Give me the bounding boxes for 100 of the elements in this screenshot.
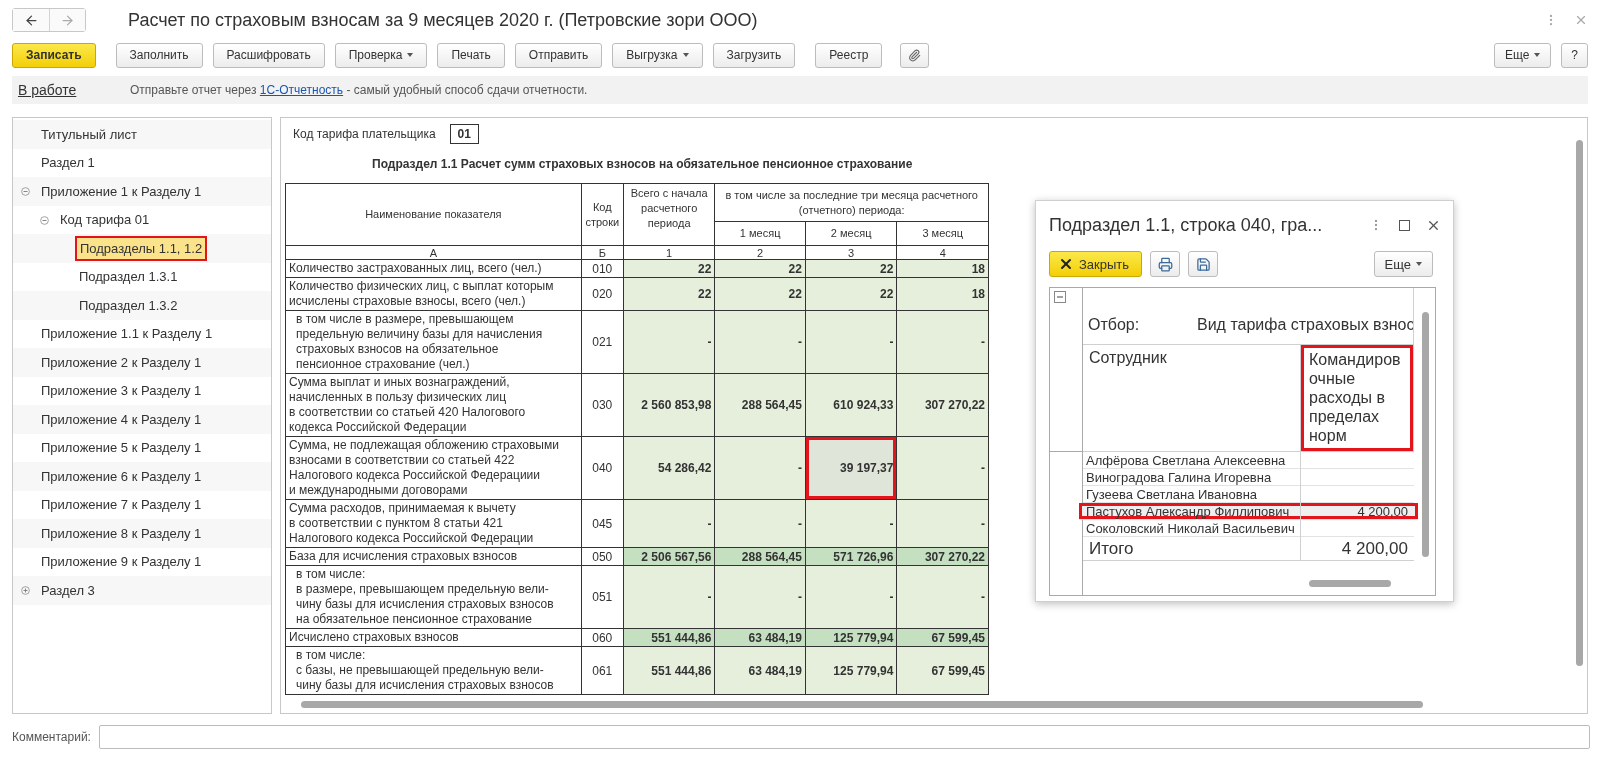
value-cell[interactable]: 288 564,45 [714,373,806,437]
toolbar-button[interactable]: Записать [12,42,96,68]
dialog-title: Подраздел 1.1, строка 040, гра... [1049,214,1324,236]
value-cell[interactable]: 551 444,86 [623,646,715,695]
indicator-name: Количество физических лиц, с выплат которым исчислены страховые взносы, всего (чел.) [285,277,582,311]
toolbar-button[interactable]: Загрузить [712,42,796,68]
employee-name: Виноградова Галина Игоревна [1083,469,1301,486]
column-number: 4 [896,245,989,260]
value-cell[interactable]: - [714,565,806,629]
horizontal-scrollbar[interactable] [1309,580,1391,587]
service-link[interactable]: 1С-Отчетность [259,83,344,97]
help-button[interactable]: ? [1561,42,1588,68]
value-cell[interactable]: - [896,310,989,374]
indicator-name: Количество застрахованных лиц, всего (чел.) [285,259,582,278]
value-cell[interactable]: - [623,499,715,548]
value-cell[interactable]: 22 [805,277,897,311]
more-button[interactable]: Еще [1493,42,1552,68]
toolbar-button[interactable]: Проверка [334,42,428,68]
value-cell[interactable]: - [805,499,897,548]
more-button[interactable]: Еще [1373,251,1433,277]
tree-item[interactable]: Приложение 8 к Разделу 1 [13,519,271,548]
value-cell[interactable]: 307 270,22 [896,373,989,437]
toolbar-button[interactable]: Отправить [514,42,603,68]
value-cell[interactable]: - [714,436,806,500]
collapse-icon[interactable] [40,215,49,225]
column-number: Б [581,245,624,260]
value-cell[interactable]: - [623,310,715,374]
tree-item-label: Приложение 7 к Разделу 1 [41,496,202,515]
toolbar-button[interactable]: Заполнить [115,42,203,68]
vertical-scrollbar[interactable] [1422,312,1429,557]
line-code: 061 [581,646,624,695]
toolbar-button[interactable]: Выгрузка [612,42,703,68]
employee-row[interactable]: Пастухов Александр Филлипович 4 200,00 [1079,503,1418,520]
horizontal-scrollbar[interactable] [301,701,1423,708]
comment-field[interactable] [98,725,1590,749]
info-message: Отправьте отчет через 1С-Отчетность - самый удобный способ сдачи отчетности. [130,83,588,97]
expand-icon[interactable] [21,586,30,595]
toolbar-button[interactable]: Печать [437,42,505,68]
line-code: 060 [581,628,624,647]
toolbar-button[interactable]: Реестр [815,42,883,68]
print-button[interactable] [1150,251,1181,277]
close-button[interactable]: Закрыть [1049,251,1143,277]
tree-item-label: Приложение 5 к Разделу 1 [41,439,202,458]
total-label: Итого [1083,537,1301,561]
indicator-name: Сумма расходов, принимаемая к вычету в соответствии с пунктом 8 статьи 421 Налогового кодекса Российской Федерации [285,499,582,548]
column-number: 1 [623,245,715,260]
value-cell[interactable]: - [896,565,989,629]
attach-button[interactable] [900,42,930,68]
value-cell[interactable]: 67 599,45 [896,646,989,695]
value-cell[interactable]: - [623,565,715,629]
line-code: 040 [581,436,624,500]
value-cell[interactable]: 22 [623,277,715,311]
line-code: 030 [581,373,624,437]
tree-item-label: Титульный лист [41,125,137,144]
vertical-scrollbar[interactable] [1576,140,1583,666]
value-cell[interactable]: - [714,310,806,374]
tree-item[interactable]: Приложение 6 к Разделу 1 [13,462,271,491]
value-cell[interactable]: - [805,565,897,629]
tree-item-label: Приложение 2 к Разделу 1 [41,353,202,372]
save-button[interactable] [1188,251,1219,277]
value-cell[interactable]: 54 286,42 [623,436,715,500]
status-link[interactable]: В работе [18,82,130,98]
tariff-label: Код тарифа плательщика [293,127,436,141]
value-cell[interactable]: - [805,310,897,374]
back-button[interactable] [13,9,49,31]
value-cell[interactable]: 63 484,19 [714,646,806,695]
value-cell[interactable]: - [896,499,989,548]
column-header: Сотрудник [1083,345,1301,452]
tree-item-label: Подраздел 1.3.2 [79,296,178,315]
tree-item[interactable]: Приложение 1 к Разделу 1 [13,177,271,206]
value-cell[interactable]: 2 560 853,98 [623,373,715,437]
column-header: в том числе за последние три месяца расчетного (отчетного) периода: [714,183,989,222]
tree-item[interactable]: Приложение 4 к Разделу 1 [13,405,271,434]
collapse-icon[interactable] [1054,291,1066,303]
caret-icon [682,53,689,57]
tree-item-label: Подразделы 1.1, 1.2 [75,235,208,261]
value-cell[interactable]: 18 [896,277,989,311]
toolbar-button[interactable]: Расшифровать [212,42,325,68]
employee-row[interactable]: Виноградова Галина Игоревна [1083,469,1414,486]
tree-item[interactable]: Подраздел 1.3.2 [13,291,271,320]
collapse-icon[interactable] [21,187,30,196]
value-cell[interactable]: 125 779,94 [805,646,897,695]
column-header: 1 месяц [714,221,806,246]
value-cell[interactable]: 610 924,33 [805,373,897,437]
employee-row[interactable]: Соколовский Николай Васильевич [1083,520,1414,537]
value-cell[interactable]: 39 197,37 [805,436,897,500]
tree-item[interactable]: Приложение 2 к Разделу 1 [13,348,271,377]
tree-item-label: Приложение 3 к Разделу 1 [41,382,202,401]
tree-item-label: Раздел 3 [41,581,95,600]
employee-row[interactable]: Алфёрова Светлана Алексеевна [1083,452,1414,469]
column-header: Код строки [581,183,624,246]
value-cell[interactable]: - [896,436,989,500]
column-header: Наименование показателя [285,183,582,246]
value-cell[interactable]: - [714,499,806,548]
tree-item[interactable]: Титульный лист [13,120,271,149]
tree-item[interactable]: Подразделы 1.1, 1.2 [13,234,271,263]
tree-item[interactable]: Раздел 3 [13,576,271,605]
arrow-left-icon [23,12,39,28]
maximize-icon[interactable] [1399,219,1410,231]
value-cell[interactable]: 22 [714,277,806,311]
